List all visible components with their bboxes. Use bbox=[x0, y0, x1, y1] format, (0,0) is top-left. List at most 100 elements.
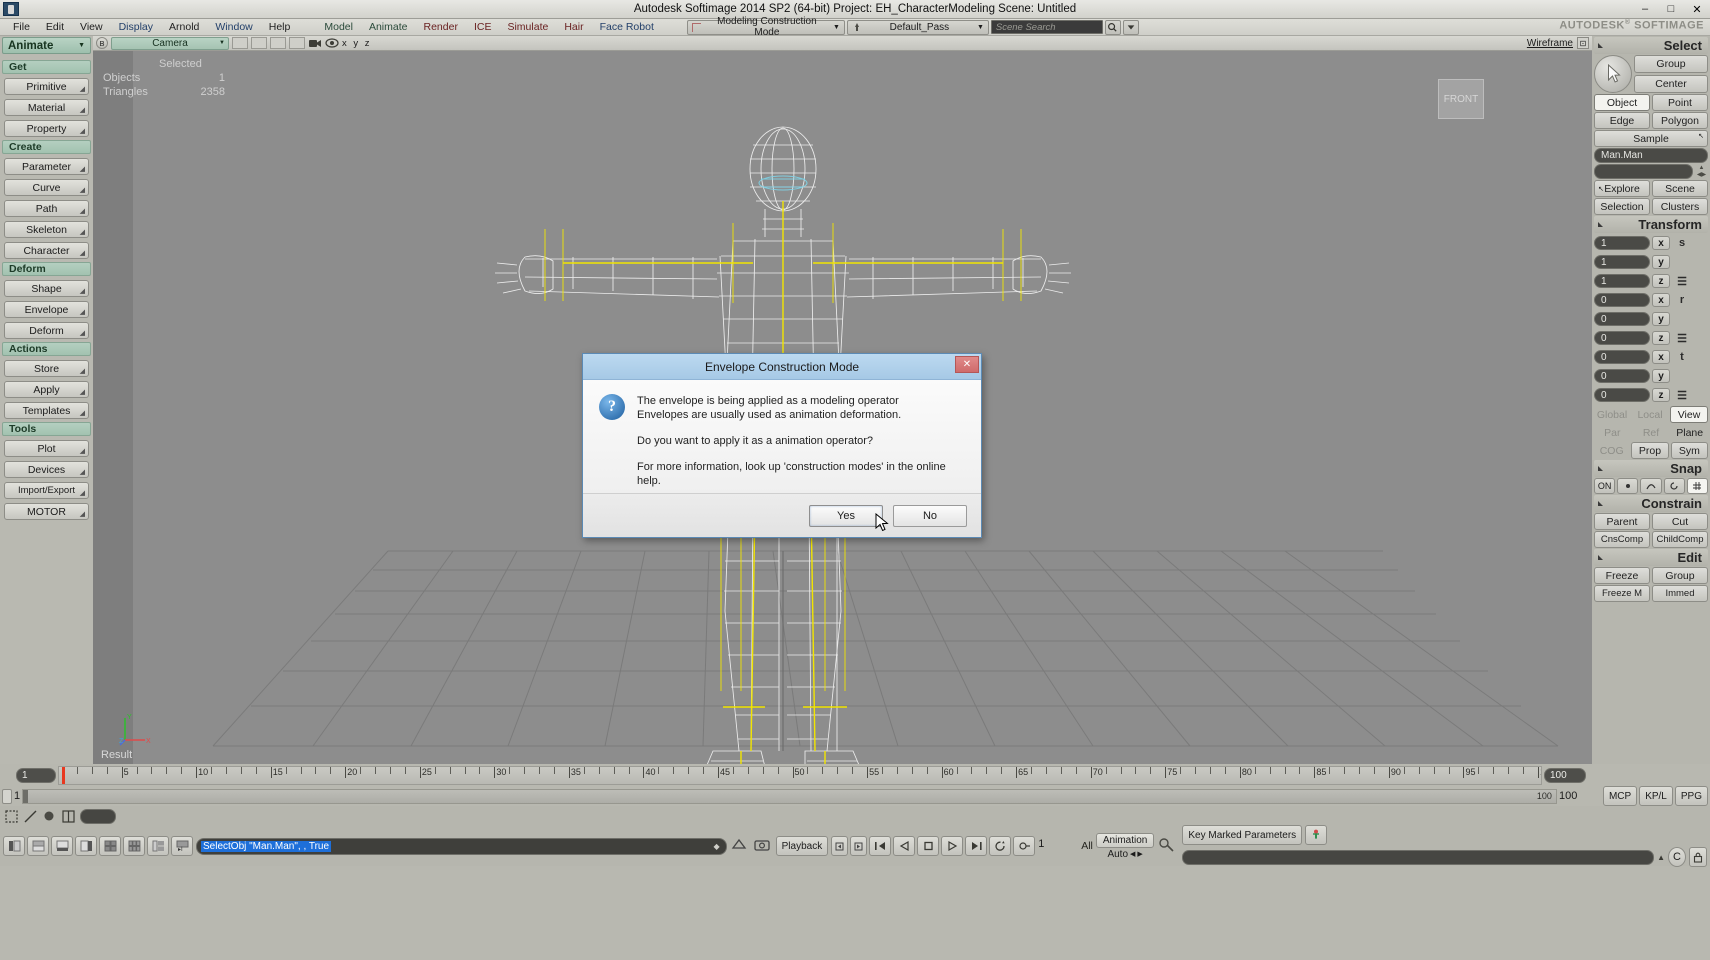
ruler-tool-icon[interactable] bbox=[23, 809, 38, 824]
menu-window[interactable]: Window bbox=[208, 20, 259, 34]
layout-preset-6-icon[interactable] bbox=[123, 836, 145, 856]
select-polygon-button[interactable]: Polygon bbox=[1652, 112, 1708, 129]
layout-preset-4-icon[interactable] bbox=[75, 836, 97, 856]
cycle-icon[interactable]: C bbox=[1668, 847, 1686, 867]
step-fwd-small-icon[interactable] bbox=[850, 836, 868, 856]
maximize-viewport-icon[interactable]: ⊡ bbox=[1577, 37, 1589, 49]
selection-button[interactable]: Selection bbox=[1594, 198, 1650, 215]
dialog-yes-button[interactable]: Yes bbox=[809, 504, 883, 527]
section-header-edit[interactable]: Edit bbox=[1594, 549, 1708, 566]
rotate-snap-icon[interactable] bbox=[1663, 478, 1685, 494]
translate-z-input[interactable]: 0 bbox=[1594, 388, 1650, 402]
play-icon[interactable] bbox=[941, 836, 964, 856]
search-icon[interactable] bbox=[1104, 19, 1121, 35]
timeline-playhead[interactable] bbox=[62, 766, 65, 784]
key-marked-parameters-button[interactable]: Key Marked Parameters bbox=[1182, 825, 1303, 845]
rotation-menu-icon[interactable]: ☰ bbox=[1672, 331, 1692, 346]
section-header-transform[interactable]: Transform bbox=[1594, 216, 1708, 233]
section-header-snap[interactable]: Snap bbox=[1594, 460, 1708, 477]
clip-icon[interactable] bbox=[730, 836, 750, 856]
auto-prev-icon[interactable]: ◀ bbox=[1130, 850, 1135, 858]
button-character[interactable]: Character ◢ bbox=[4, 242, 89, 259]
transform-plane-button[interactable]: Plane bbox=[1671, 424, 1708, 441]
scene-button[interactable]: Scene bbox=[1652, 180, 1708, 197]
playback-button[interactable]: Playback bbox=[775, 836, 829, 856]
clusters-button[interactable]: Clusters bbox=[1652, 198, 1708, 215]
grid-snap-icon[interactable] bbox=[1686, 478, 1709, 494]
auto-key-label[interactable]: Auto bbox=[1107, 849, 1128, 860]
lock-icon[interactable] bbox=[1689, 847, 1707, 867]
menu-hair[interactable]: Hair bbox=[557, 20, 590, 34]
timeline-slider-handle[interactable] bbox=[23, 789, 29, 803]
transform-prop-button[interactable]: Prop bbox=[1631, 442, 1669, 459]
scale-x-input[interactable]: 1 bbox=[1594, 236, 1650, 250]
button-motor[interactable]: MOTOR ◢ bbox=[4, 503, 89, 520]
layout-preset-2-icon[interactable] bbox=[27, 836, 49, 856]
translate-y-input[interactable]: 0 bbox=[1594, 369, 1650, 383]
button-templates[interactable]: Templates ◢ bbox=[4, 402, 89, 419]
snap-on-button[interactable]: ON bbox=[1594, 478, 1616, 494]
scene-search-input[interactable]: Scene Search bbox=[990, 20, 1103, 34]
edit-freeze-button[interactable]: Freeze bbox=[1594, 567, 1650, 584]
button-deform[interactable]: Deform ◢ bbox=[4, 322, 89, 339]
display-mode-box-2[interactable] bbox=[251, 37, 267, 49]
point-snap-icon[interactable] bbox=[1617, 478, 1639, 494]
menu-ice[interactable]: ICE bbox=[467, 20, 499, 34]
display-mode-box-4[interactable] bbox=[289, 37, 305, 49]
step-back-small-icon[interactable] bbox=[831, 836, 849, 856]
timeline-current-frame-input[interactable]: 1 bbox=[14, 790, 20, 802]
construction-mode-combo[interactable]: Modeling Construction Mode ▼ bbox=[686, 16, 845, 38]
edit-freeze-m-button[interactable]: Freeze M bbox=[1594, 585, 1650, 602]
key-parameter-field[interactable] bbox=[1182, 849, 1655, 865]
mcp-tab[interactable]: MCP bbox=[1602, 786, 1638, 806]
auto-next-icon[interactable]: ▶ bbox=[1137, 850, 1142, 858]
stop-icon[interactable] bbox=[917, 836, 940, 856]
display-mode-box-3[interactable] bbox=[270, 37, 286, 49]
animate-mode-combo[interactable]: Animate ▼ bbox=[2, 37, 91, 54]
menu-file[interactable]: File bbox=[6, 20, 37, 34]
constrain-cnscomp-button[interactable]: CnsComp bbox=[1594, 531, 1650, 548]
timeline-ruler[interactable]: 5 10 15 20 25 30 35 40 45 50 55 60 65 70 75 80 85 90 95 100 bbox=[58, 765, 1542, 785]
menu-animate[interactable]: Animate bbox=[362, 20, 415, 34]
timeline-range-slider[interactable]: 100 bbox=[22, 788, 1557, 804]
key-tool-icon[interactable] bbox=[1157, 835, 1179, 857]
paint-tool-icon[interactable] bbox=[42, 809, 57, 824]
button-devices[interactable]: Devices ◢ bbox=[4, 461, 89, 478]
scale-y-input[interactable]: 1 bbox=[1594, 255, 1650, 269]
button-plot[interactable]: Plot ◢ bbox=[4, 440, 89, 457]
loop-icon[interactable] bbox=[989, 836, 1012, 856]
layout-preset-7-icon[interactable] bbox=[147, 836, 169, 856]
constrain-cut-button[interactable]: Cut bbox=[1652, 513, 1708, 530]
button-import-export[interactable]: Import/Export ◢ bbox=[4, 482, 89, 499]
menu-edit[interactable]: Edit bbox=[39, 20, 71, 34]
key-icon[interactable] bbox=[1013, 836, 1036, 856]
visibility-eye-icon[interactable] bbox=[325, 37, 339, 49]
transform-ref-button[interactable]: Ref bbox=[1633, 424, 1670, 441]
scale-menu-icon[interactable]: ☰ bbox=[1672, 274, 1692, 289]
menu-model[interactable]: Model bbox=[317, 20, 360, 34]
button-property[interactable]: Property ◢ bbox=[4, 120, 89, 137]
jump-end-icon[interactable] bbox=[965, 836, 988, 856]
select-group-button[interactable]: Group bbox=[1634, 55, 1708, 73]
edit-immed-button[interactable]: Immed bbox=[1652, 585, 1708, 602]
envelope-construction-dialog[interactable]: Envelope Construction Mode ✕ ? The envel… bbox=[582, 353, 982, 538]
axis-toggle-labels[interactable]: x y z bbox=[342, 38, 372, 49]
section-header-constrain[interactable]: Constrain bbox=[1594, 495, 1708, 512]
viewport-menu-icon[interactable]: B bbox=[96, 37, 108, 49]
transform-par-button[interactable]: Par bbox=[1594, 424, 1631, 441]
menu-arnold[interactable]: Arnold bbox=[162, 20, 206, 34]
animation-mode-button[interactable]: Animation bbox=[1095, 832, 1155, 848]
ppg-tab[interactable]: PPG bbox=[1674, 786, 1708, 806]
select-tool-icon[interactable] bbox=[1594, 55, 1632, 93]
menu-help[interactable]: Help bbox=[262, 20, 298, 34]
viewport-3d[interactable]: Selected Objects1 Triangles2358 FRONT bbox=[93, 51, 1592, 764]
search-options-icon[interactable] bbox=[1122, 19, 1139, 35]
play-reverse-icon[interactable] bbox=[893, 836, 916, 856]
select-edge-button[interactable]: Edge bbox=[1594, 112, 1650, 129]
timeline-end-frame-input[interactable]: 100 bbox=[1544, 767, 1586, 783]
character-key-icon[interactable] bbox=[1305, 825, 1328, 845]
button-apply[interactable]: Apply ◢ bbox=[4, 381, 89, 398]
transform-global-button[interactable]: Global bbox=[1594, 406, 1630, 423]
dialog-close-icon[interactable]: ✕ bbox=[955, 356, 979, 373]
key-expand-icon[interactable]: ▲ bbox=[1657, 853, 1665, 862]
